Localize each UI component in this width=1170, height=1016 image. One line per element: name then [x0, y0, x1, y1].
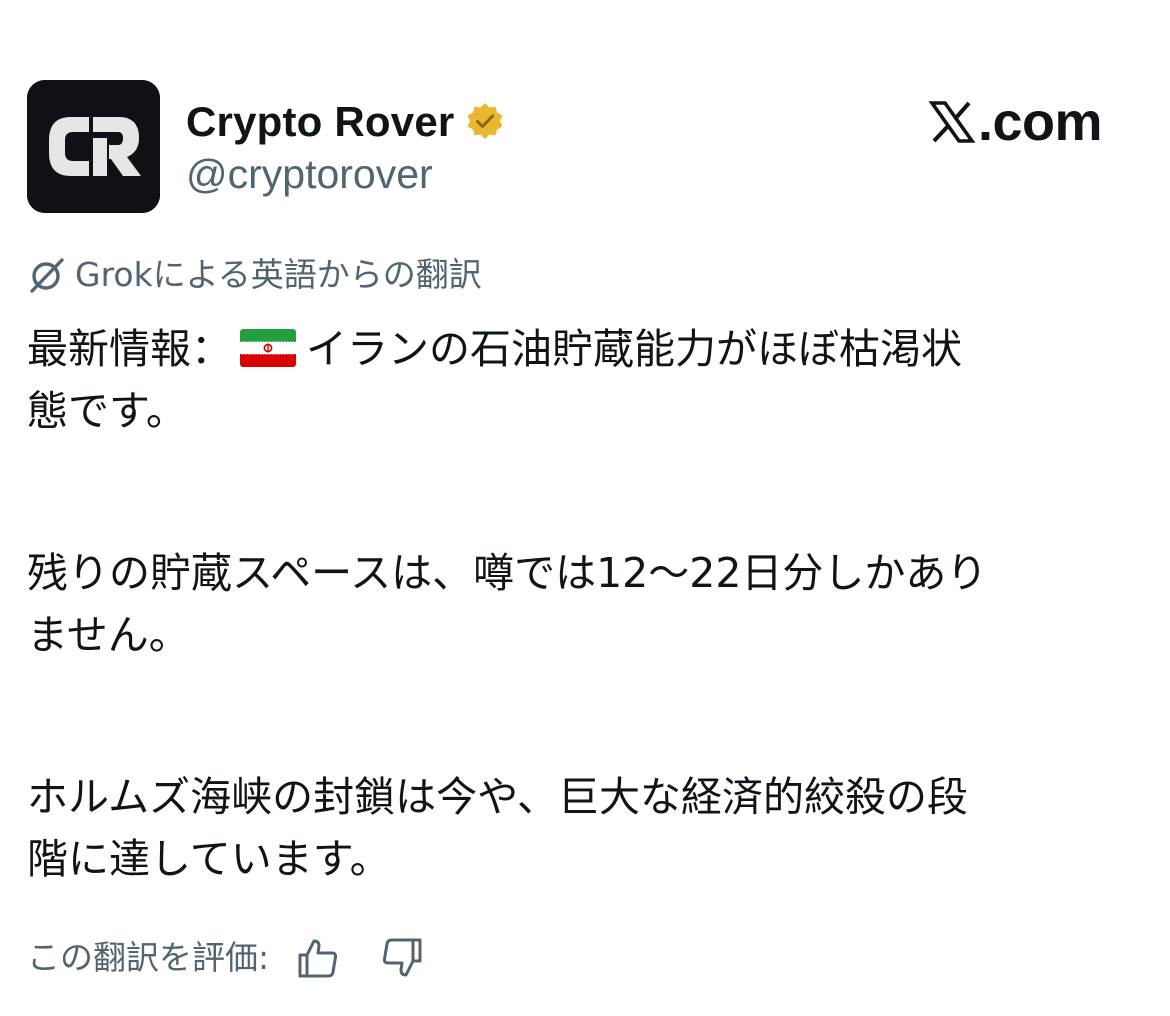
- site-domain-label: .com: [977, 92, 1103, 152]
- author-name-row: Crypto Rover: [186, 96, 506, 148]
- cr-logo-icon: [27, 80, 160, 213]
- post-text-segment: 最新情報：: [27, 325, 232, 373]
- author-handle[interactable]: @cryptorover: [186, 150, 433, 198]
- thumbs-down-icon: [383, 938, 422, 977]
- post-paragraph-2-line-2: ません。: [27, 611, 190, 659]
- author-display-name[interactable]: Crypto Rover: [186, 96, 454, 148]
- thumbs-up-button[interactable]: [295, 935, 341, 981]
- verified-gold-badge-icon: [467, 103, 503, 139]
- grok-icon: [30, 258, 64, 293]
- thumbs-up-icon: [298, 939, 338, 978]
- thumbs-down-button[interactable]: [379, 935, 425, 981]
- post-text-segment: イランの石油貯蔵能力がほぼ枯渇状: [306, 325, 962, 373]
- translation-rating-row: この翻訳を評価:: [27, 930, 425, 986]
- iran-flag-icon: [240, 329, 296, 367]
- x-logo-icon: [928, 101, 976, 143]
- post-paragraph-1-line-2: 態です。: [27, 387, 187, 435]
- translation-header: Grokによる英語からの翻訳: [27, 252, 482, 298]
- rating-label: この翻訳を評価:: [27, 938, 270, 977]
- author-avatar[interactable]: [27, 80, 160, 213]
- site-logo: .com: [928, 92, 1103, 152]
- post-paragraph-1-line-1: 最新情報： イランの石油貯蔵能力がほぼ枯渇状: [27, 318, 1147, 380]
- post-paragraph-2-line-1: 残りの貯蔵スペースは、噂では12〜22日分しかあり: [27, 549, 988, 597]
- post-paragraph-3-line-2: 階に達しています。: [27, 835, 391, 883]
- post-paragraph-3-line-1: ホルムズ海峡の封鎖は今や、巨大な経済的絞殺の段: [27, 773, 968, 821]
- post-body: 最新情報： イランの石油貯蔵能力がほぼ枯渇状 態です。 残りの貯蔵スペースは、噂…: [27, 318, 1147, 890]
- translation-label: Grokによる英語からの翻訳: [75, 255, 482, 294]
